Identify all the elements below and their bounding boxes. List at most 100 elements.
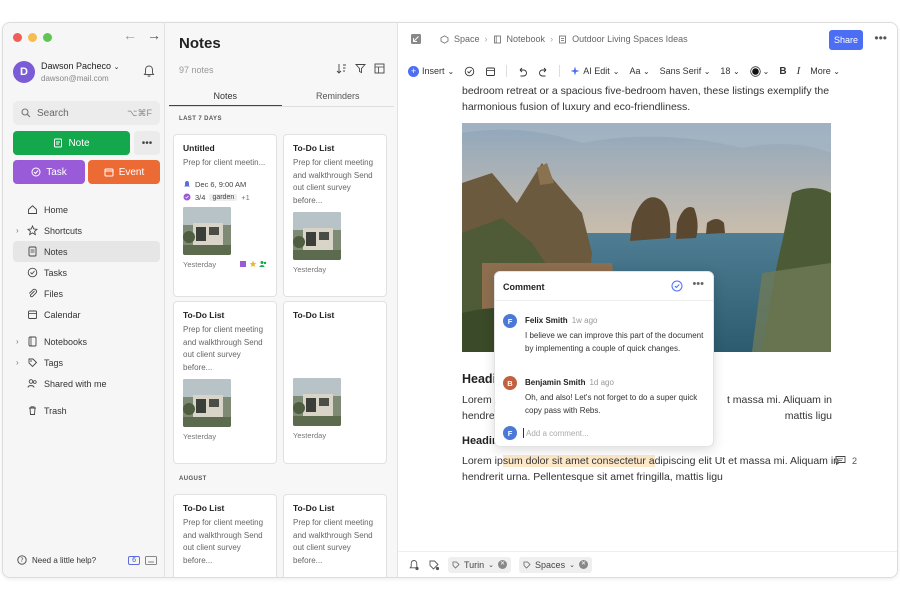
note-thumbnail: [183, 379, 231, 427]
tag-chip-turin[interactable]: Turin ⌄ ✕: [448, 556, 512, 573]
people-icon: [259, 261, 267, 267]
section-label-recent: LAST 7 DAYS: [179, 116, 222, 122]
more-formatting-dropdown[interactable]: More ⌄: [810, 66, 840, 76]
edit-icon: [240, 261, 246, 267]
commented-text-highlight[interactable]: sum dolor sit amet consectetur a: [502, 455, 655, 467]
sidebar-item-tags[interactable]: › Tags: [13, 352, 160, 373]
bell-icon[interactable]: [142, 64, 156, 78]
search-input[interactable]: Search ⌥⌘F: [13, 101, 160, 125]
notebook-icon: [493, 35, 501, 43]
paperclip-icon: [28, 288, 37, 298]
crumb-notebook[interactable]: Notebook: [507, 34, 546, 44]
sidebar-item-shared[interactable]: Shared with me: [13, 373, 160, 394]
view-grid-icon[interactable]: [374, 63, 385, 74]
avatar: F: [503, 426, 517, 440]
star-icon: [249, 260, 257, 267]
redo-icon[interactable]: [538, 66, 549, 77]
paragraph-2: Lorem ipsum dolor sit amet consectetur a…: [462, 455, 839, 483]
commenter-name: Felix Smith: [525, 316, 568, 325]
account-switcher[interactable]: D Dawson Pacheco ⌄ dawson@mail.com: [13, 59, 158, 85]
collapse-sidebar-icon[interactable]: [410, 33, 422, 45]
font-size-dropdown[interactable]: 18 ⌄: [720, 66, 739, 76]
help-link[interactable]: ? Need a little help? 6: [17, 555, 157, 565]
section-label-august: AUGUST: [179, 476, 207, 482]
remove-tag-icon[interactable]: ✕: [498, 560, 508, 569]
note-card[interactable]: Untitled Prep for client meetin... Dec 6…: [173, 134, 277, 297]
italic-button[interactable]: I: [797, 65, 801, 77]
calendar-icon: [104, 168, 114, 177]
sparkle-icon: [570, 66, 580, 76]
ai-edit-button[interactable]: AI Edit ⌄: [570, 66, 619, 76]
sidebar-item-shortcuts[interactable]: › Shortcuts: [13, 220, 160, 241]
sidebar-item-trash[interactable]: Trash: [13, 400, 160, 421]
undo-icon[interactable]: [517, 66, 528, 77]
tag-chip-spaces[interactable]: Spaces ⌄ ✕: [519, 556, 592, 573]
back-arrow-icon[interactable]: ←: [123, 27, 137, 43]
insert-button[interactable]: + Insert ⌄: [408, 65, 454, 77]
reminder-bell-icon[interactable]: [408, 559, 420, 571]
chevron-right-icon[interactable]: ›: [16, 337, 19, 346]
section-heading-1: Headi: [462, 372, 497, 386]
tag-icon: [452, 561, 460, 569]
add-tag-icon[interactable]: [428, 559, 440, 571]
keyboard-icon[interactable]: [145, 555, 157, 565]
note-card[interactable]: To-Do List Prep for client meeting and w…: [283, 134, 387, 297]
note-icon: [559, 35, 566, 43]
plus-icon: +: [408, 65, 419, 77]
sidebar-item-tasks[interactable]: Tasks: [13, 262, 160, 283]
user-email: dawson@mail.com: [41, 73, 109, 83]
comment-count-indicator[interactable]: 2: [835, 455, 857, 466]
comment-icon: [835, 456, 846, 466]
tab-reminders[interactable]: Reminders: [282, 85, 395, 106]
add-comment-input[interactable]: F Add a comment...: [503, 426, 589, 440]
resolve-check-icon[interactable]: [671, 280, 683, 292]
minimize-window-button[interactable]: [28, 33, 37, 42]
note-icon: [28, 246, 37, 257]
chevron-right-icon[interactable]: ›: [16, 358, 19, 367]
calendar-icon[interactable]: [485, 66, 496, 77]
tab-notes[interactable]: Notes: [169, 85, 282, 106]
note-thumbnail: [293, 378, 341, 426]
note-card[interactable]: To-Do List Prep for client meeting and w…: [173, 301, 277, 464]
formatting-toolbar: + Insert ⌄ AI Edit ⌄ Aa ⌄ Sans Serif ⌄ 1…: [408, 63, 888, 79]
chevron-down-icon: ⌄: [612, 66, 620, 76]
sort-icon[interactable]: [336, 63, 347, 74]
comment-text: I believe we can improve this part of th…: [525, 331, 704, 353]
new-event-button[interactable]: Event: [88, 160, 160, 184]
more-options-icon[interactable]: •••: [874, 31, 887, 45]
sidebar-item-home[interactable]: Home: [13, 199, 160, 220]
note-thumbnail: [293, 212, 341, 260]
note-card[interactable]: To-Do List Yesterday: [283, 301, 387, 464]
remove-tag-icon[interactable]: ✕: [578, 560, 588, 569]
new-note-button[interactable]: Note: [13, 131, 130, 155]
new-task-button[interactable]: Task: [13, 160, 85, 184]
chevron-down-icon: ⌄: [113, 63, 120, 71]
share-button[interactable]: Share: [829, 30, 863, 50]
checkbox-icon[interactable]: [464, 66, 475, 77]
space-icon: [440, 34, 449, 44]
tag-chip[interactable]: garden: [209, 193, 238, 201]
avatar: F: [503, 314, 517, 328]
note-card[interactable]: To-Do List Prep for client meeting and w…: [283, 494, 387, 577]
font-family-dropdown[interactable]: Sans Serif ⌄: [660, 66, 711, 76]
sidebar-item-calendar[interactable]: Calendar: [13, 304, 160, 325]
text-style-dropdown[interactable]: Aa ⌄: [629, 66, 649, 76]
crumb-note[interactable]: Outdoor Living Spaces Ideas: [572, 34, 688, 44]
trash-icon: [29, 406, 36, 415]
text-color-picker[interactable]: ⌄: [749, 65, 769, 77]
close-window-button[interactable]: [13, 33, 22, 42]
forward-arrow-icon[interactable]: →: [147, 27, 161, 43]
comment-time: 1d ago: [589, 378, 614, 387]
filter-icon[interactable]: [355, 63, 366, 74]
more-create-button[interactable]: •••: [134, 131, 160, 155]
note-card[interactable]: To-Do List Prep for client meeting and w…: [173, 494, 277, 577]
sidebar-item-notes[interactable]: Notes: [13, 241, 160, 262]
sidebar-item-files[interactable]: Files: [13, 283, 160, 304]
history-arrows: ← →: [123, 27, 161, 43]
bold-button[interactable]: B: [779, 66, 786, 77]
chevron-right-icon[interactable]: ›: [16, 226, 19, 235]
crumb-space[interactable]: Space: [454, 34, 480, 44]
sidebar-item-notebooks[interactable]: › Notebooks: [13, 331, 160, 352]
comment-more-icon[interactable]: •••: [692, 278, 704, 290]
zoom-window-button[interactable]: [43, 33, 52, 42]
